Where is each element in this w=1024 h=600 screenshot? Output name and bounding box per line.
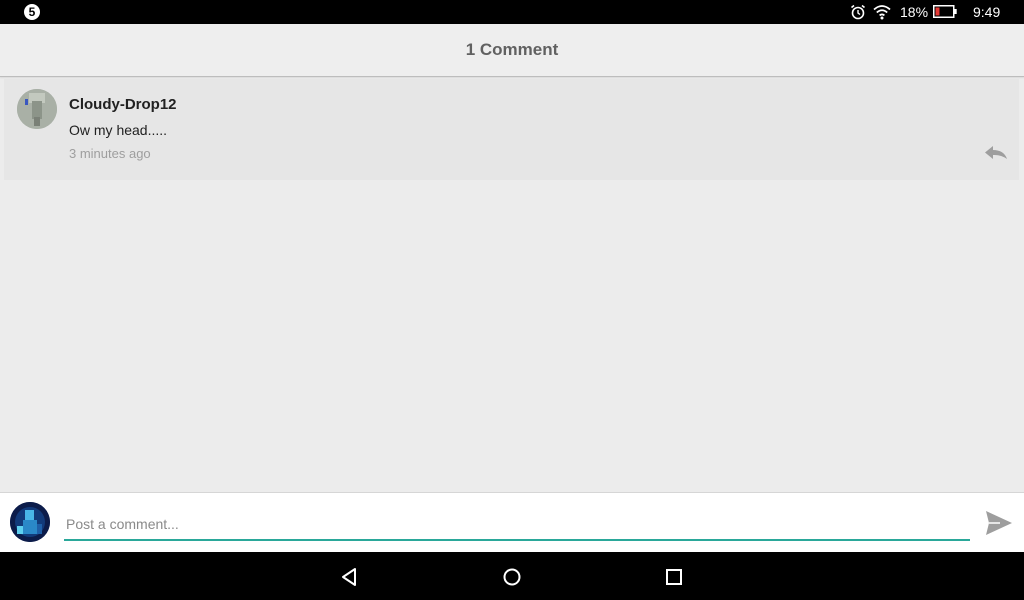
reply-icon[interactable] [983, 144, 1009, 162]
comment-text: Ow my head..... [69, 122, 168, 138]
alarm-icon [851, 4, 865, 20]
notification-count-badge: 5 [24, 4, 40, 20]
clock: 9:49 [973, 4, 1001, 20]
page-title: 1 Comment [465, 40, 559, 59]
system-nav-bar [0, 552, 1024, 600]
home-icon[interactable] [501, 566, 523, 588]
back-icon[interactable] [339, 566, 361, 588]
battery-icon [933, 5, 957, 18]
battery-percent: 18% [900, 4, 929, 20]
avatar-image [10, 502, 50, 542]
avatar[interactable] [17, 89, 57, 129]
comment-composer [0, 492, 1024, 552]
comment-input[interactable] [64, 509, 970, 541]
recent-apps-icon[interactable] [663, 566, 685, 588]
comment-author[interactable]: Cloudy-Drop12 [69, 96, 177, 113]
comment-item: Cloudy-Drop12 Ow my head..... 3 minutes … [4, 79, 1019, 180]
avatar [10, 502, 50, 542]
comment-timestamp: 3 minutes ago [69, 146, 151, 161]
wifi-icon [873, 5, 891, 20]
status-bar: 5 18% 9:49 [0, 0, 1024, 24]
comments-header: 1 Comment [0, 24, 1024, 77]
avatar-image [17, 89, 57, 129]
send-icon[interactable] [984, 509, 1014, 537]
